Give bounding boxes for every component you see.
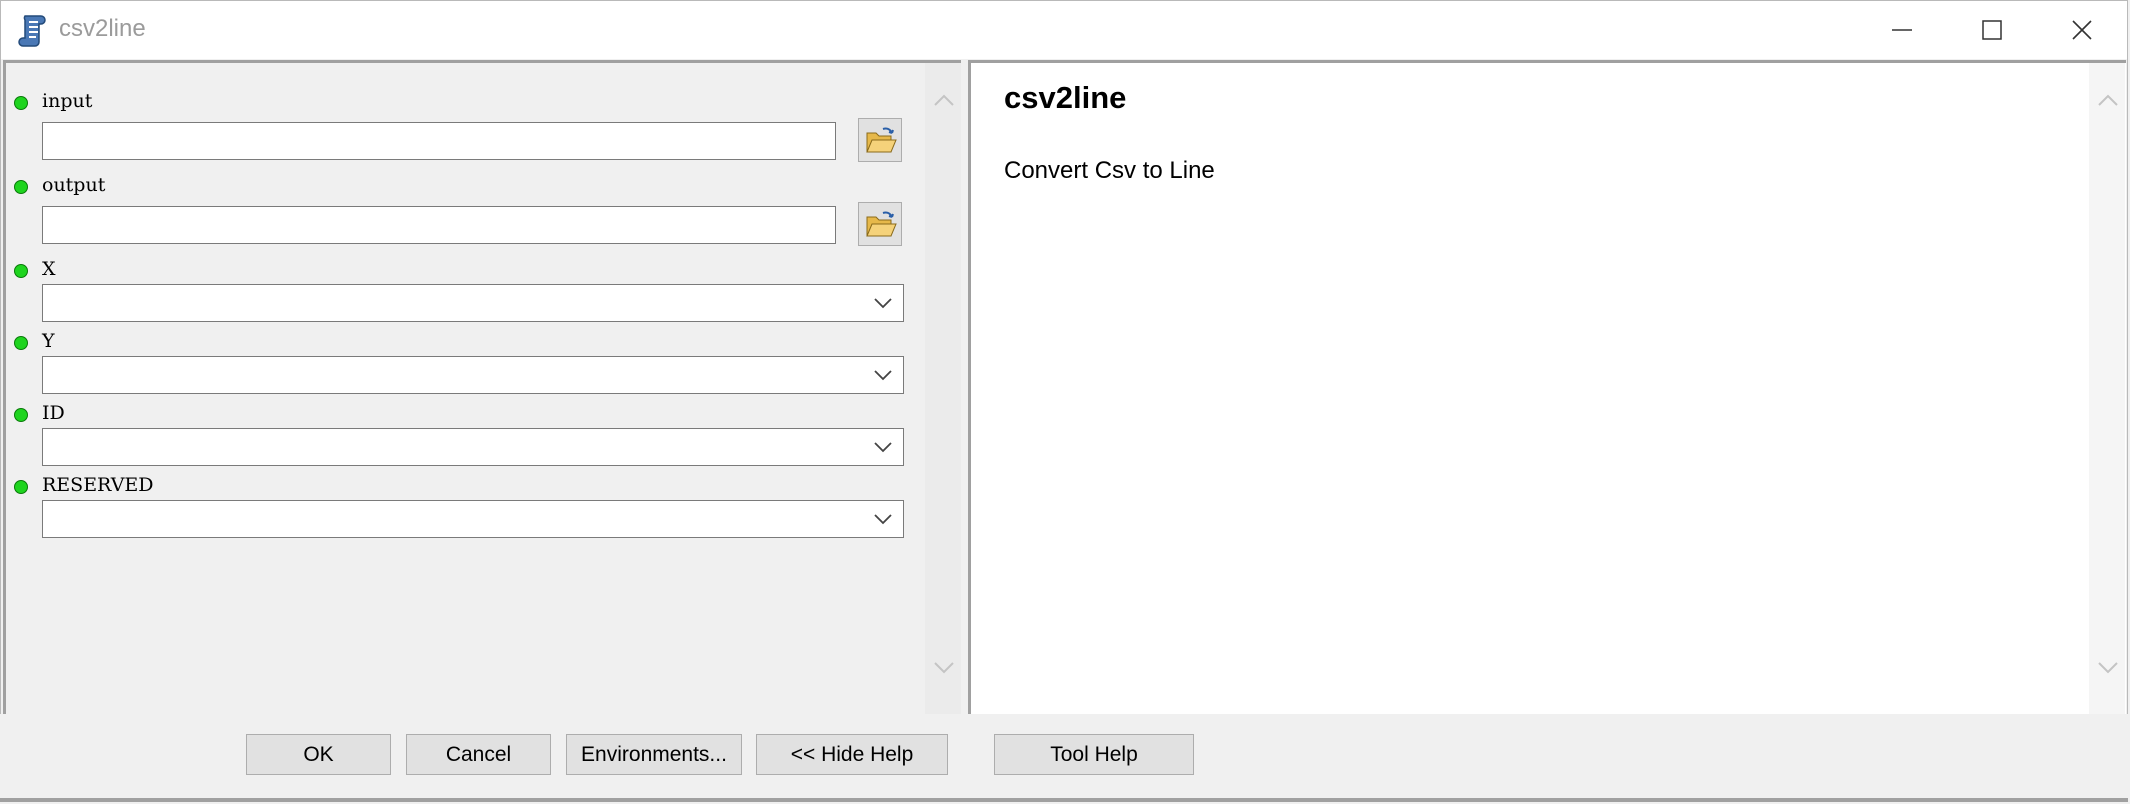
ok-button[interactable]: OK [246, 734, 391, 775]
help-description: Convert Csv to Line [1004, 157, 1215, 184]
param-label: output [42, 174, 106, 196]
window-bottom-border [0, 798, 2128, 802]
title-bar: csv2line [1, 1, 2127, 59]
chevron-down-icon [874, 298, 892, 309]
scroll-down-icon[interactable] [2097, 661, 2119, 675]
reserved-field-select[interactable] [42, 500, 904, 538]
required-indicator [14, 480, 28, 494]
required-indicator [14, 180, 28, 194]
help-title: csv2line [1004, 80, 1127, 115]
param-label: RESERVED [42, 474, 154, 496]
scroll-down-icon[interactable] [933, 661, 955, 675]
x-field-select[interactable] [42, 284, 904, 322]
cancel-button[interactable]: Cancel [406, 734, 551, 775]
browse-input-button[interactable] [858, 118, 902, 162]
required-indicator [14, 336, 28, 350]
chevron-down-icon [874, 370, 892, 381]
y-field-select[interactable] [42, 356, 904, 394]
chevron-down-icon [874, 442, 892, 453]
browse-output-button[interactable] [858, 202, 902, 246]
param-label: ID [42, 402, 65, 424]
param-label: Y [42, 330, 55, 352]
window-title: csv2line [59, 15, 146, 42]
close-button[interactable] [2037, 1, 2127, 59]
hide-help-button[interactable]: << Hide Help [756, 734, 948, 775]
close-icon [2072, 20, 2092, 40]
python-script-icon [17, 13, 49, 47]
input-field[interactable] [42, 122, 836, 160]
tool-help-button[interactable]: Tool Help [994, 734, 1194, 775]
pane-divider[interactable] [961, 60, 968, 714]
environments-button[interactable]: Environments... [566, 734, 742, 775]
minimize-icon [1892, 29, 1912, 31]
required-indicator [14, 96, 28, 110]
chevron-down-icon [874, 514, 892, 525]
parameters-scrollbar[interactable] [925, 63, 961, 714]
required-indicator [14, 408, 28, 422]
minimize-button[interactable] [1857, 1, 1947, 59]
maximize-button[interactable] [1947, 1, 2037, 59]
help-scrollbar[interactable] [2089, 63, 2125, 714]
scroll-up-icon[interactable] [933, 93, 955, 107]
id-field-select[interactable] [42, 428, 904, 466]
scroll-up-icon[interactable] [2097, 93, 2119, 107]
param-label: input [42, 90, 93, 112]
open-folder-icon [866, 127, 897, 153]
open-folder-icon [866, 211, 897, 237]
output-field[interactable] [42, 206, 836, 244]
maximize-icon [1982, 20, 2002, 40]
required-indicator [14, 264, 28, 278]
param-label: X [42, 258, 56, 280]
